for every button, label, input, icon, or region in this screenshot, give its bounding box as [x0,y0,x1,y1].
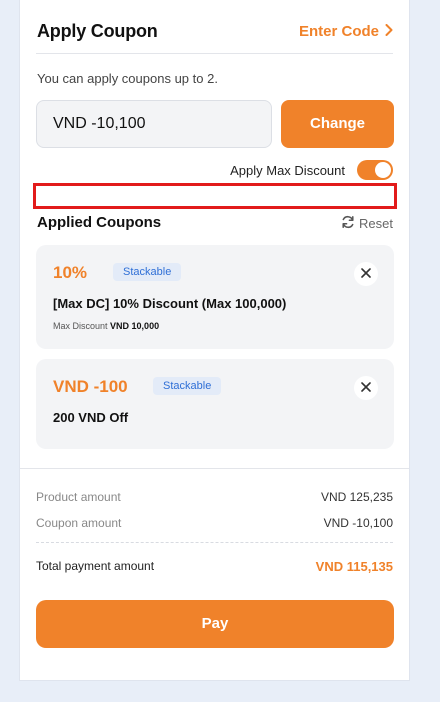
close-icon [361,265,371,283]
change-button[interactable]: Change [281,100,394,148]
chevron-right-icon [385,23,393,40]
stackable-badge: Stackable [113,263,182,281]
highlight-box [33,183,397,209]
max-discount-caption: Max Discount [53,321,108,331]
coupon-value: 10% [53,263,88,282]
remove-coupon-button[interactable] [354,262,378,286]
section-divider [20,468,409,469]
summary-divider [36,542,393,543]
remove-coupon-button[interactable] [354,376,378,400]
coupon-card: VND -100 Stackable 200 VND Off [36,359,394,449]
coupon-amount-value: VND -10,100 [323,516,393,530]
max-discount-value: VND 10,000 [110,321,160,331]
product-amount-value: VND 125,235 [320,490,393,504]
close-icon [361,379,371,397]
product-amount-label: Product amount [36,490,121,504]
coupon-amount-label: Coupon amount [36,516,122,530]
coupon-card: 10% Stackable [Max DC] 10% Discount (Max… [36,245,394,349]
coupon-limit-hint: You can apply coupons up to 2. [37,71,218,86]
pay-button[interactable]: Pay [36,600,394,648]
coupon-value: VND -100 [53,377,128,396]
max-discount-toggle[interactable] [357,160,393,180]
coupon-amount-row: Coupon amount VND -10,100 [36,516,393,530]
coupon-name: 200 VND Off [53,410,129,425]
coupon-max-discount: Max Discount VND 10,000 [53,321,159,331]
enter-code-link[interactable]: Enter Code [299,23,393,40]
max-discount-label: Apply Max Discount [230,162,345,178]
reset-button[interactable]: Reset [341,215,393,232]
total-amount-label: Total payment amount [36,559,155,573]
max-discount-row: Apply Max Discount [230,160,393,180]
coupon-panel: Apply Coupon Enter Code You can apply co… [19,0,410,681]
reset-label: Reset [359,216,393,231]
toggle-knob [375,162,391,178]
total-amount-row: Total payment amount VND 115,135 [36,559,393,574]
refresh-icon [341,215,355,232]
discount-amount-field[interactable]: VND -10,100 [36,100,272,148]
product-amount-row: Product amount VND 125,235 [36,490,393,504]
enter-code-label: Enter Code [298,23,379,40]
coupon-name: [Max DC] 10% Discount (Max 100,000) [53,296,287,311]
stackable-badge: Stackable [153,377,222,395]
applied-coupons-title: Applied Coupons [37,214,162,231]
page-title: Apply Coupon [37,21,158,41]
total-amount-value: VND 115,135 [315,559,393,574]
header-divider [36,53,393,54]
